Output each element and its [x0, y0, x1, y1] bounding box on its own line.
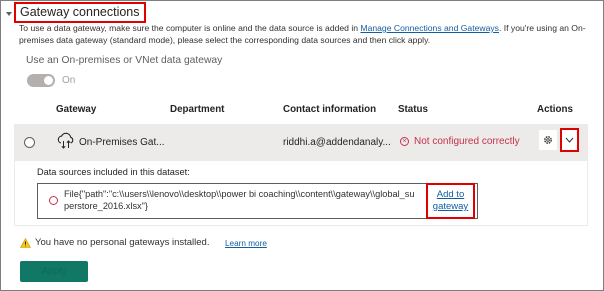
datasources-title: Data sources included in this dataset: — [37, 167, 190, 177]
expand-datasources-button[interactable] — [560, 128, 579, 152]
warning-icon — [20, 237, 31, 248]
toggle-state-text: On — [62, 75, 76, 86]
header-actions: Actions — [537, 104, 573, 115]
gateway-name: On-Premises Gat... — [79, 137, 165, 148]
toggle-knob — [44, 76, 53, 85]
header-status: Status — [398, 104, 428, 115]
gear-icon — [544, 136, 552, 144]
chevron-down-icon — [565, 137, 574, 143]
section-title: Gateway connections — [14, 2, 146, 23]
collapse-caret-icon[interactable] — [6, 11, 12, 16]
learn-more-link[interactable]: Learn more — [225, 239, 267, 248]
add-to-gateway-link[interactable]: Add to gateway — [426, 183, 475, 219]
apply-button-label[interactable]: Apply — [41, 266, 66, 277]
datasource-error-icon — [49, 196, 58, 205]
manage-connections-link[interactable]: Manage Connections and Gateways — [360, 23, 499, 33]
error-circle-icon: × — [400, 137, 409, 146]
section-description: To use a data gateway, make sure the com… — [19, 23, 599, 46]
description-prefix: To use a data gateway, make sure the com… — [19, 23, 361, 33]
status-text: Not configured correctly — [414, 136, 520, 147]
add-to-gateway-label[interactable]: Add to gateway — [428, 189, 473, 213]
status-cell: × Not configured correctly — [400, 136, 520, 147]
header-department: Department — [170, 104, 225, 115]
gateway-radio[interactable] — [24, 137, 35, 148]
warning-text: You have no personal gateways installed. — [35, 237, 210, 248]
section-header[interactable]: Gateway connections — [6, 2, 146, 23]
apply-button[interactable]: Apply — [20, 261, 88, 282]
settings-button[interactable] — [539, 130, 557, 150]
gateway-contact: riddhi.a@addendanaly... — [283, 137, 391, 148]
header-gateway: Gateway — [56, 104, 97, 115]
cloud-gateway-icon — [57, 132, 74, 149]
gateway-toggle-label: Use an On-premises or VNet data gateway — [26, 55, 223, 66]
datasource-path: File{"path":"c:\\users\\lenovo\\desktop\… — [64, 189, 415, 211]
header-contact: Contact information — [283, 104, 377, 115]
gateway-toggle[interactable] — [27, 74, 55, 87]
personal-gateway-warning: You have no personal gateways installed. — [20, 237, 209, 248]
